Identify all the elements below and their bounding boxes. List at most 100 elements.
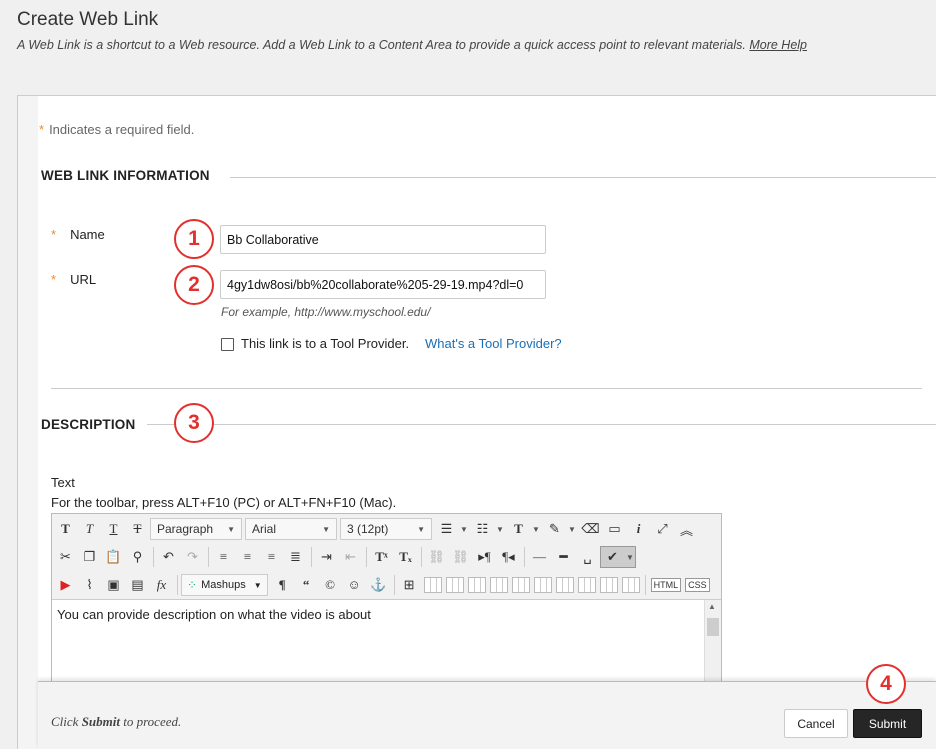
chevron-down-icon: ▼ [532,524,540,534]
table-delete-col-icon[interactable] [533,577,552,593]
preview-icon[interactable]: ▭ [603,518,626,540]
insert-image-icon[interactable]: ▣ [102,574,125,596]
nonbreaking-space-icon[interactable]: ␣ [576,546,599,568]
info-icon[interactable]: i [627,518,650,540]
bold-icon[interactable]: T [54,518,77,540]
name-input[interactable] [220,225,546,254]
table-split-cells-icon[interactable] [555,577,574,593]
chevron-down-icon: ▼ [568,524,576,534]
numbered-list-button[interactable]: ☷ ▼ [471,518,505,540]
superscript-icon[interactable]: Tˣ [370,546,393,568]
section-divider [51,388,922,389]
html-source-button[interactable]: HTML [650,578,682,592]
insert-table-icon[interactable]: ⊞ [398,574,421,596]
table-row-props-icon[interactable] [599,577,618,593]
outdent-icon[interactable]: ⇤ [339,546,362,568]
submit-instructions-suffix: to proceed. [123,714,182,729]
font-select-value: Arial [252,522,277,536]
bullet-list-icon: ☰ [440,521,453,536]
strikethrough-icon[interactable]: T [126,518,149,540]
table-cell-props-icon[interactable] [621,577,640,593]
copyright-icon[interactable]: © [319,574,342,596]
collapse-toolbar-icon[interactable]: ︽ [675,518,698,540]
subscript-icon[interactable]: Tₓ [394,546,417,568]
table-delete-row-icon[interactable] [467,577,486,593]
table-col-before-icon[interactable] [489,577,508,593]
youtube-icon[interactable]: ▶ [54,574,77,596]
eraser-icon[interactable]: ⌫ [579,518,602,540]
editor-toolbar: T T T T Paragraph ▼ Arial ▼ 3 (12pt) ▼ ☰ ▼ ☷… [52,514,721,600]
numbered-list-icon: ☷ [476,521,489,536]
emoticon-icon[interactable]: ☺ [343,574,366,596]
bullet-list-button[interactable]: ☰ ▼ [435,518,469,540]
cancel-button[interactable]: Cancel [784,709,848,738]
find-icon[interactable]: ⚲ [126,546,149,568]
mashups-select[interactable]: ⁘ Mashups ▼ [181,574,268,596]
text-color-icon: T [514,521,523,536]
thick-line-icon[interactable]: ━ [552,546,575,568]
url-input[interactable] [220,270,546,299]
toolbar-separator [644,575,646,595]
highlight-button[interactable]: ✎ ▼ [543,518,577,540]
section-divider [230,177,936,178]
spellcheck-button[interactable]: ✔ ▼ [600,546,636,568]
mashups-icon: ⁘ [187,578,198,592]
table-merge-cells-icon[interactable] [577,577,596,593]
toolbar-separator [366,547,367,567]
rtl-icon[interactable]: ¶◂ [497,546,520,568]
table-col-after-icon[interactable] [511,577,530,593]
callout-marker-3: 3 [174,403,214,443]
blockquote-icon[interactable]: “ [295,574,318,596]
indent-icon[interactable]: ⇥ [315,546,338,568]
align-right-icon[interactable]: ≡ [260,546,283,568]
align-left-icon[interactable]: ≡ [212,546,235,568]
more-help-link[interactable]: More Help [749,38,807,52]
redo-icon[interactable]: ↷ [181,546,204,568]
font-select[interactable]: Arial ▼ [245,518,337,540]
chevron-down-icon: ▼ [460,524,468,534]
toolbar-row-2: ✂ ❐ 📋 ⚲ ↶ ↷ ≡ ≡ ≡ ≣ ⇥ ⇤ Tˣ Tₓ ⛓ ⛓ ▸¶ ¶◂ … [54,544,638,570]
insert-media-icon[interactable]: ▤ [126,574,149,596]
underline-icon[interactable]: T [102,518,125,540]
submit-button[interactable]: Submit [853,709,922,738]
align-center-icon[interactable]: ≡ [236,546,259,568]
size-select-value: 3 (12pt) [347,522,389,536]
required-star-icon: * [51,227,57,242]
tool-provider-checkbox[interactable] [221,338,234,351]
size-select[interactable]: 3 (12pt) ▼ [340,518,432,540]
scroll-up-icon[interactable]: ▲ [708,602,716,611]
cut-icon[interactable]: ✂ [54,546,77,568]
table-row-before-icon[interactable] [423,577,442,593]
required-note: * Indicates a required field. [39,122,194,137]
toolbar-separator [421,547,422,567]
anchor-icon[interactable]: ⚓ [367,574,390,596]
toolbar-row-3: ▶ ⌇ ▣ ▤ fx ⁘ Mashups ▼ ¶ “ © ☺ ⚓ ⊞ HTML … [54,572,712,598]
page-title: Create Web Link [17,9,159,30]
unlink-icon[interactable]: ⛓ [449,546,472,568]
attach-file-icon[interactable]: ⌇ [78,574,101,596]
paragraph-mark-icon[interactable]: ¶ [271,574,294,596]
tool-provider-help-link[interactable]: What's a Tool Provider? [425,336,562,351]
italic-icon[interactable]: T [78,518,101,540]
text-color-button[interactable]: T ▼ [507,518,541,540]
justify-icon[interactable]: ≣ [284,546,307,568]
url-hint: For example, http://www.myschool.edu/ [221,305,431,319]
css-editor-button[interactable]: CSS [685,578,710,592]
scroll-thumb[interactable] [707,618,719,636]
horizontal-line-icon[interactable]: — [528,546,551,568]
paste-icon[interactable]: 📋 [102,546,125,568]
copy-icon[interactable]: ❐ [78,546,101,568]
table-row-after-icon[interactable] [445,577,464,593]
ltr-icon[interactable]: ▸¶ [473,546,496,568]
toolbar-separator [311,547,312,567]
toolbar-row-1: T T T T Paragraph ▼ Arial ▼ 3 (12pt) ▼ ☰ ▼ ☷… [54,516,699,542]
toolbar-separator [177,575,178,595]
fullscreen-icon[interactable]: ⤢ [651,518,674,540]
toolbar-separator [153,547,154,567]
undo-icon[interactable]: ↶ [157,546,180,568]
submit-instructions: Click Submit to proceed. [51,714,181,730]
submit-instructions-bold: Submit [81,714,120,729]
math-editor-icon[interactable]: fx [150,574,173,596]
paragraph-select[interactable]: Paragraph ▼ [150,518,242,540]
link-icon[interactable]: ⛓ [425,546,448,568]
